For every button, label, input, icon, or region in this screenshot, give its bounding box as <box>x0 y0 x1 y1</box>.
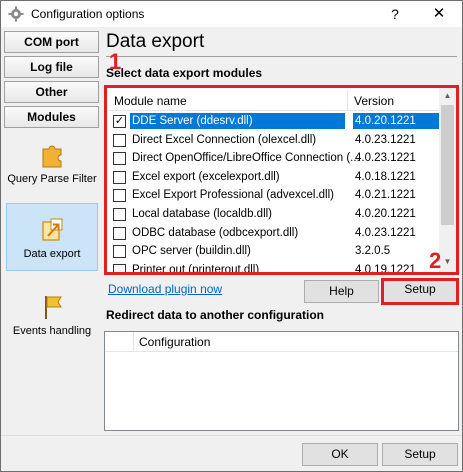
scroll-up-icon[interactable]: ▲ <box>439 88 456 104</box>
list-item[interactable]: Printer out (printerout.dll) 4.0.19.1221 <box>109 261 439 272</box>
module-checkbox[interactable] <box>113 263 126 272</box>
module-version: 4.0.23.1221 <box>355 133 416 146</box>
nav-modules[interactable]: Modules <box>4 106 99 128</box>
module-checkbox[interactable] <box>113 170 126 184</box>
list-item[interactable]: Direct Excel Connection (olexcel.dll) 4.0… <box>109 131 439 150</box>
ok-button[interactable]: OK <box>302 443 378 466</box>
module-name: Excel export (excelexport.dll) <box>132 170 280 183</box>
flag-icon <box>45 296 62 319</box>
module-version: 3.2.0.5 <box>355 245 391 258</box>
tile-label: Query Parse Filter <box>7 173 97 185</box>
sidebar: COM port Log file Other Modules Query Pa… <box>1 27 102 435</box>
module-checkbox[interactable] <box>113 226 126 240</box>
close-button[interactable]: ✕ <box>416 1 462 27</box>
module-name: Excel Export Professional (advexcel.dll) <box>132 189 334 202</box>
module-name: Direct OpenOffice/LibreOffice Connection… <box>132 152 360 165</box>
column-module-name[interactable]: Module name <box>114 94 187 108</box>
list-item[interactable]: Excel export (excelexport.dll) 4.0.18.122… <box>109 168 439 187</box>
download-plugin-link[interactable]: Download plugin now <box>108 282 222 296</box>
module-version: 4.0.18.1221 <box>355 170 416 183</box>
divider <box>106 56 457 57</box>
column-separator <box>133 332 134 352</box>
module-version: 4.0.21.1221 <box>355 189 416 202</box>
help-title-button[interactable]: ? <box>377 1 413 27</box>
module-checkbox[interactable] <box>113 189 126 203</box>
module-checkbox[interactable] <box>113 245 126 259</box>
scroll-down-icon[interactable]: ▼ <box>439 254 456 270</box>
module-version: 4.0.23.1221 <box>355 152 416 165</box>
puzzle-icon <box>42 145 62 168</box>
tile-events-handling[interactable]: Events handling <box>6 289 98 347</box>
module-checkbox[interactable]: ✓ <box>113 115 126 128</box>
module-name: Printer out (printerout.dll) <box>132 263 260 272</box>
list-header: Module name Version <box>109 90 439 111</box>
tile-label: Events handling <box>12 325 92 337</box>
marker-2: 2 <box>429 248 442 273</box>
list-item[interactable]: ✓ DDE Server (ddesrv.dll) 4.0.20.1221 <box>109 112 439 131</box>
redirect-list[interactable]: Configuration <box>104 331 459 431</box>
setup-plugin-button[interactable]: Setup <box>381 278 459 305</box>
tile-query-parse-filter[interactable]: Query Parse Filter <box>6 137 98 199</box>
module-checkbox[interactable] <box>113 133 126 147</box>
list-item[interactable]: Local database (localdb.dll) 4.0.20.1221 <box>109 205 439 224</box>
window-title: Configuration options <box>31 7 145 21</box>
module-version: 4.0.19.1221 <box>355 263 416 272</box>
module-version: 4.0.20.1221 <box>355 207 416 220</box>
export-icon <box>42 218 63 241</box>
vertical-scrollbar[interactable]: ▲ ▼ <box>439 88 456 272</box>
modules-section-label: Select data export modules <box>106 66 263 80</box>
modules-list[interactable]: Module name Version ✓ DDE Server (ddesrv.… <box>104 85 459 275</box>
module-rows: ✓ DDE Server (ddesrv.dll) 4.0.20.1221 Direc… <box>109 112 439 272</box>
nav-other[interactable]: Other <box>4 81 99 103</box>
module-version: 4.0.23.1221 <box>355 226 416 239</box>
module-name: OPC server (buildin.dll) <box>132 245 251 258</box>
column-separator <box>347 90 348 111</box>
title-bar: Configuration options ? ✕ <box>1 1 462 27</box>
config-window: Configuration options ? ✕ COM port Log f… <box>0 0 463 472</box>
module-name: DDE Server (ddesrv.dll) <box>130 113 345 129</box>
module-name: Local database (localdb.dll) <box>132 207 273 220</box>
column-version[interactable]: Version <box>354 94 394 108</box>
redirect-section-label: Redirect data to another configuration <box>106 308 325 322</box>
list-item[interactable]: OPC server (buildin.dll) 3.2.0.5 <box>109 242 439 261</box>
module-name: ODBC database (odbcexport.dll) <box>132 226 299 239</box>
gear-icon <box>8 6 24 22</box>
module-version: 4.0.20.1221 <box>353 113 439 129</box>
list-header: Configuration <box>105 332 458 352</box>
module-name: Direct Excel Connection (olexcel.dll) <box>132 133 317 146</box>
list-item[interactable]: Direct OpenOffice/LibreOffice Connection… <box>109 149 439 168</box>
setup-button[interactable]: Setup <box>382 443 458 466</box>
tile-data-export[interactable]: Data export <box>6 203 98 271</box>
module-checkbox[interactable] <box>113 207 126 221</box>
help-button[interactable]: Help <box>304 280 379 303</box>
nav-log-file[interactable]: Log file <box>4 56 99 78</box>
tile-label: Data export <box>23 248 81 260</box>
column-configuration[interactable]: Configuration <box>139 335 210 349</box>
list-item[interactable]: Excel Export Professional (advexcel.dll)… <box>109 186 439 205</box>
list-item[interactable]: ODBC database (odbcexport.dll) 4.0.23.122… <box>109 224 439 243</box>
main-panel: Data export Select data export modules 1… <box>102 27 462 435</box>
footer: OK Setup <box>1 435 462 471</box>
nav-com-port[interactable]: COM port <box>4 31 99 53</box>
module-checkbox[interactable] <box>113 152 126 166</box>
marker-1: 1 <box>109 49 122 74</box>
scroll-thumb[interactable] <box>441 105 454 225</box>
